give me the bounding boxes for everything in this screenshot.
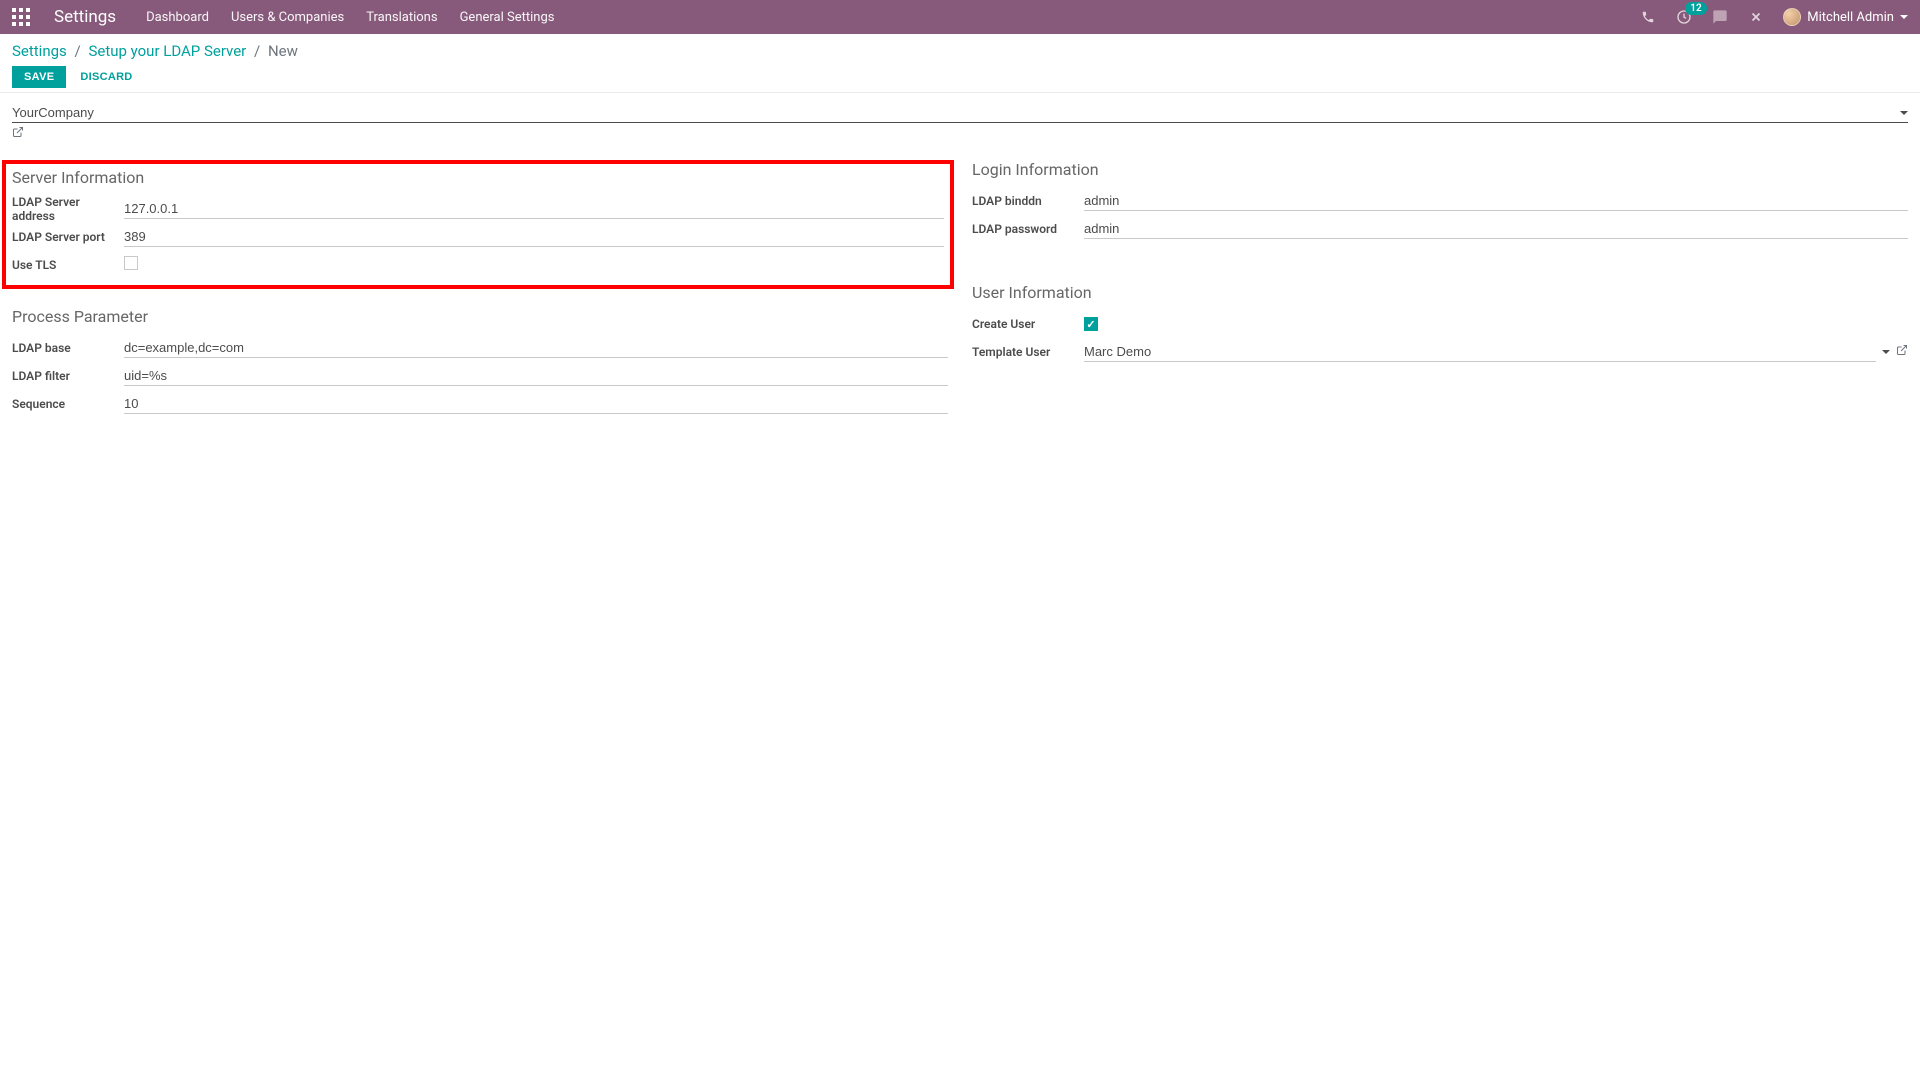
- chevron-down-icon[interactable]: [1900, 111, 1908, 115]
- server-information-group: Server Information LDAP Server address L…: [2, 160, 954, 289]
- group-title: User Information: [972, 283, 1908, 302]
- ldap-base-input[interactable]: [124, 338, 948, 358]
- field-label: LDAP binddn: [972, 194, 1084, 208]
- menu-users-companies[interactable]: Users & Companies: [231, 10, 344, 25]
- activities-icon[interactable]: 12: [1675, 8, 1693, 26]
- chevron-down-icon: [1900, 15, 1908, 19]
- menu-general-settings[interactable]: General Settings: [460, 10, 555, 25]
- messages-icon[interactable]: [1711, 8, 1729, 26]
- field-label: LDAP Server address: [12, 195, 124, 223]
- ldap-binddn-input[interactable]: [1084, 191, 1908, 211]
- ldap-password-input[interactable]: [1084, 219, 1908, 239]
- external-link-icon[interactable]: [1896, 344, 1908, 360]
- menu-dashboard[interactable]: Dashboard: [146, 10, 209, 25]
- field-label: Template User: [972, 345, 1084, 359]
- breadcrumb: Settings / Setup your LDAP Server / New: [12, 42, 1908, 60]
- create-user-checkbox[interactable]: [1084, 317, 1098, 331]
- field-label: LDAP base: [12, 341, 124, 355]
- field-label: Use TLS: [12, 258, 124, 272]
- voip-icon[interactable]: [1639, 8, 1657, 26]
- user-menu[interactable]: Mitchell Admin: [1783, 8, 1908, 26]
- group-title: Login Information: [972, 160, 1908, 179]
- user-name: Mitchell Admin: [1807, 10, 1894, 25]
- company-input[interactable]: [12, 105, 1900, 120]
- menu-translations[interactable]: Translations: [366, 10, 437, 25]
- breadcrumb-root[interactable]: Settings: [12, 42, 67, 60]
- template-user-input[interactable]: [1084, 342, 1876, 362]
- field-label: LDAP password: [972, 222, 1084, 236]
- chevron-down-icon[interactable]: [1882, 350, 1890, 354]
- sequence-input[interactable]: [124, 394, 948, 414]
- field-label: LDAP Server port: [12, 230, 124, 244]
- group-title: Server Information: [12, 168, 944, 187]
- topnav-systray: 12 Mitchell Admin: [1639, 8, 1908, 26]
- app-title: Settings: [54, 7, 116, 27]
- apps-icon[interactable]: [12, 8, 30, 26]
- field-label: Create User: [972, 317, 1084, 331]
- breadcrumb-parent[interactable]: Setup your LDAP Server: [88, 42, 246, 60]
- group-title: Process Parameter: [12, 307, 948, 326]
- close-icon[interactable]: [1747, 8, 1765, 26]
- top-menu: Dashboard Users & Companies Translations…: [146, 10, 554, 25]
- form-sheet: Server Information LDAP Server address L…: [0, 93, 1920, 436]
- user-information-group: User Information Create User Template Us…: [972, 283, 1908, 366]
- ldap-filter-input[interactable]: [124, 366, 948, 386]
- avatar: [1783, 8, 1801, 26]
- activities-badge: 12: [1685, 2, 1706, 15]
- company-field[interactable]: [12, 105, 1908, 123]
- external-link-icon[interactable]: [12, 126, 24, 142]
- field-label: LDAP filter: [12, 369, 124, 383]
- top-navbar: Settings Dashboard Users & Companies Tra…: [0, 0, 1920, 34]
- field-label: Sequence: [12, 397, 124, 411]
- ldap-server-address-input[interactable]: [124, 199, 944, 219]
- save-button[interactable]: SAVE: [12, 66, 66, 88]
- use-tls-checkbox[interactable]: [124, 256, 138, 270]
- breadcrumb-current: New: [268, 42, 298, 60]
- control-panel: Settings / Setup your LDAP Server / New …: [0, 34, 1920, 93]
- process-parameter-group: Process Parameter LDAP base LDAP filter …: [12, 307, 948, 418]
- discard-button[interactable]: DISCARD: [76, 66, 136, 88]
- login-information-group: Login Information LDAP binddn LDAP passw…: [972, 160, 1908, 243]
- ldap-server-port-input[interactable]: [124, 227, 944, 247]
